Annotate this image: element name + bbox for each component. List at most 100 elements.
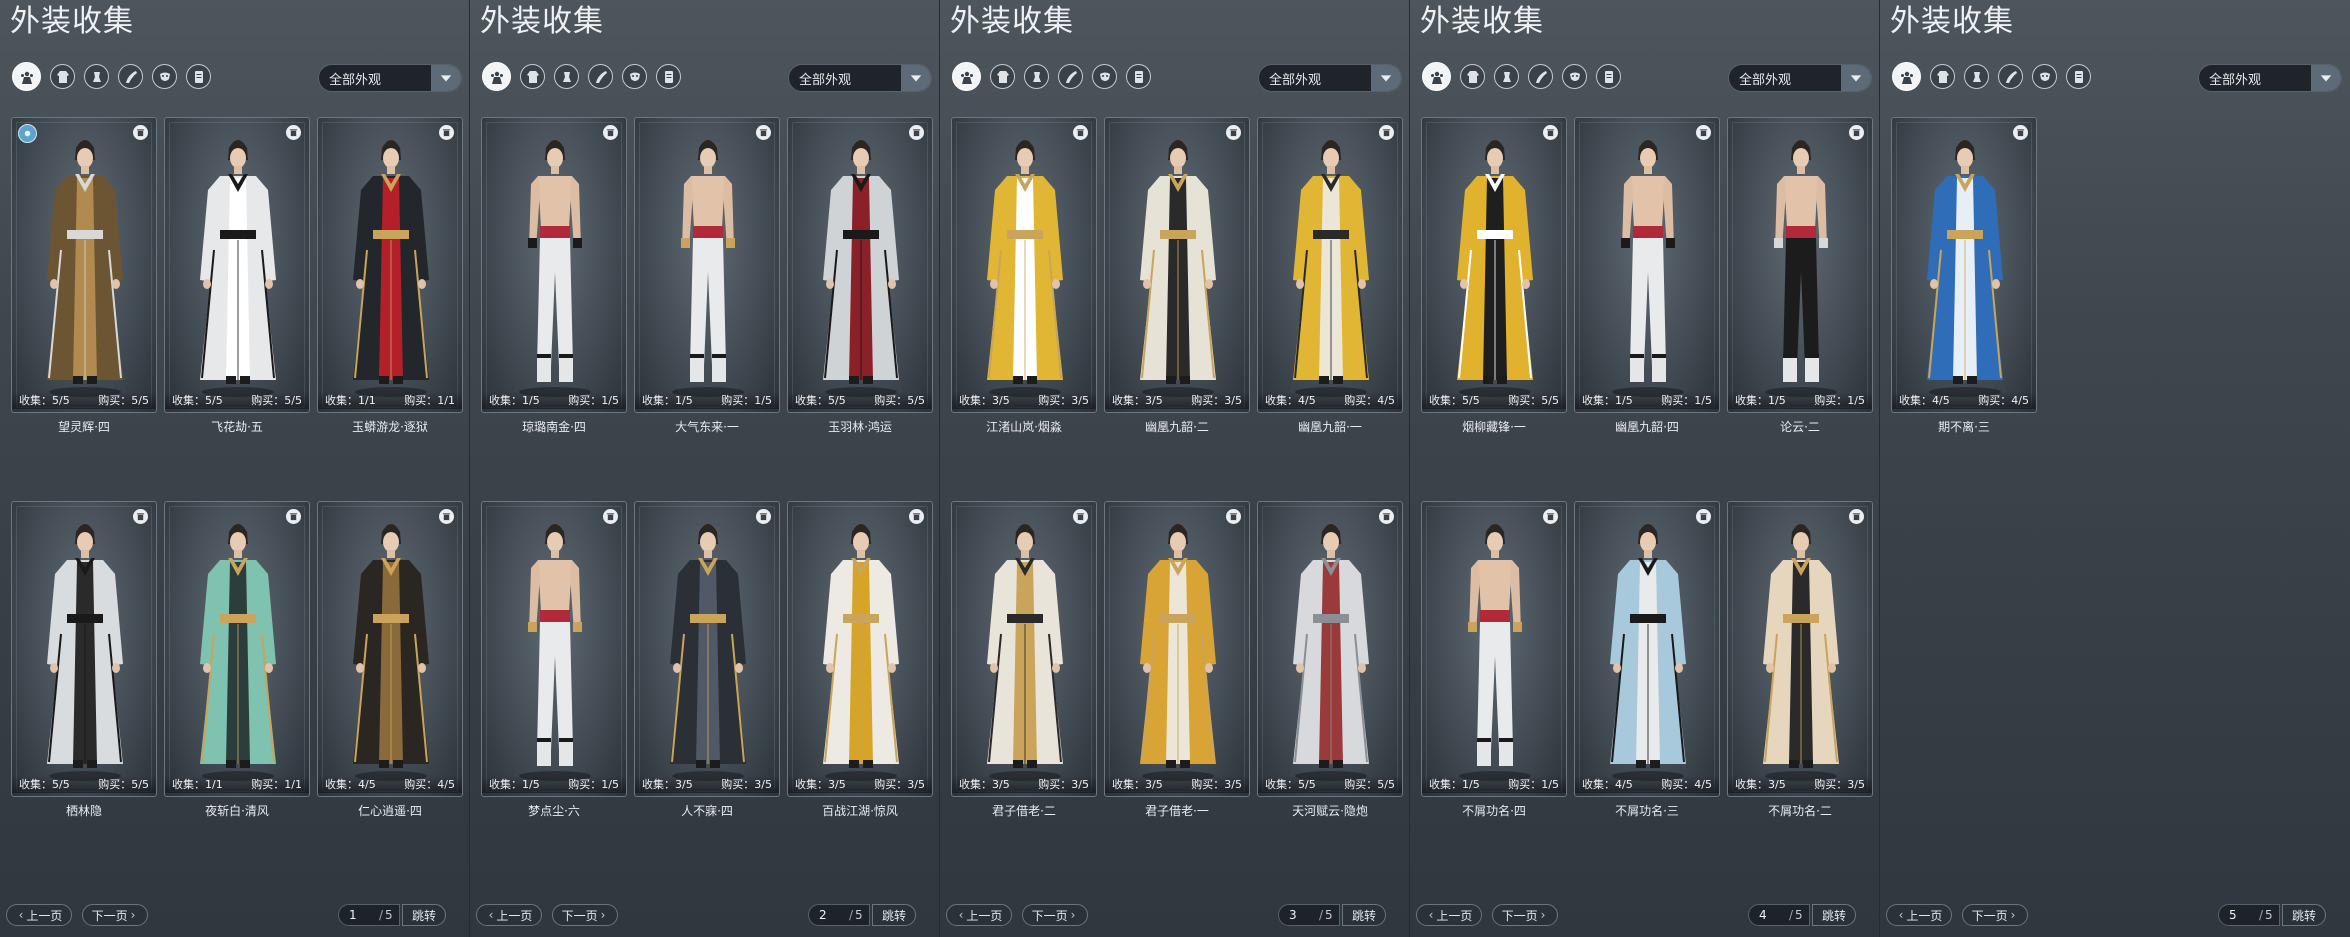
trash-icon[interactable]: [1696, 125, 1711, 140]
trash-icon[interactable]: [1379, 509, 1394, 524]
outfit-card[interactable]: 收集：4/5 购买：4/5: [1891, 117, 2037, 413]
trash-icon[interactable]: [2013, 125, 2028, 140]
next-page-button[interactable]: 下一页 ›: [1022, 904, 1088, 926]
trash-icon[interactable]: [1073, 125, 1088, 140]
trash-icon[interactable]: [1226, 125, 1241, 140]
next-page-button[interactable]: 下一页 ›: [552, 904, 618, 926]
outfit-card[interactable]: 收集：3/5 购买：3/5: [1104, 501, 1250, 797]
outfit-card[interactable]: 收集：1/5 购买：1/5: [1574, 117, 1720, 413]
trash-icon[interactable]: [286, 509, 301, 524]
cape-icon[interactable]: [1058, 64, 1083, 89]
cape-icon[interactable]: [1528, 64, 1553, 89]
next-page-button[interactable]: 下一页 ›: [1492, 904, 1558, 926]
outfit-card[interactable]: 收集：1/5 购买：1/5: [481, 117, 627, 413]
outfit-card[interactable]: 收集：3/5 购买：3/5: [634, 501, 780, 797]
trash-icon[interactable]: [133, 125, 148, 140]
jump-button[interactable]: 跳转: [1812, 904, 1856, 926]
scroll-icon[interactable]: [2066, 64, 2091, 89]
trash-icon[interactable]: [909, 125, 924, 140]
outfit-card[interactable]: 收集：5/5 购买：5/5: [1257, 501, 1403, 797]
outfit-card[interactable]: 收集：4/5 购买：4/5: [317, 501, 463, 797]
all-outfits-icon[interactable]: [12, 62, 41, 91]
page-number-input[interactable]: 4 /5: [1748, 904, 1810, 926]
page-number-input[interactable]: 2 /5: [808, 904, 870, 926]
outfit-card[interactable]: 收集：3/5 购买：3/5: [787, 501, 933, 797]
appearance-filter-dropdown[interactable]: 全部外观: [2198, 64, 2342, 92]
chevron-down-icon[interactable]: [431, 65, 461, 91]
next-page-button[interactable]: 下一页 ›: [82, 904, 148, 926]
scroll-icon[interactable]: [1126, 64, 1151, 89]
trash-icon[interactable]: [1543, 509, 1558, 524]
prev-page-button[interactable]: ‹ 上一页: [476, 904, 542, 926]
outfit-card[interactable]: 收集：1/5 购买：1/5: [1727, 117, 1873, 413]
trash-icon[interactable]: [603, 509, 618, 524]
page-number-input[interactable]: 5/5: [2218, 904, 2280, 926]
chevron-down-icon[interactable]: [1841, 65, 1871, 91]
page-number-input[interactable]: 1 /5: [338, 904, 400, 926]
trash-icon[interactable]: [439, 509, 454, 524]
outfit-card[interactable]: 收集：3/5 购买：3/5: [951, 117, 1097, 413]
outfit-card[interactable]: 收集：4/5 购买：4/5: [1574, 501, 1720, 797]
prev-page-button[interactable]: ‹ 上一页: [946, 904, 1012, 926]
trash-icon[interactable]: [756, 125, 771, 140]
page-number-input[interactable]: 3 /5: [1278, 904, 1340, 926]
scroll-icon[interactable]: [1596, 64, 1621, 89]
outfit-card[interactable]: 收集：1/1 购买：1/1: [164, 501, 310, 797]
scroll-icon[interactable]: [186, 64, 211, 89]
trash-icon[interactable]: [1226, 509, 1241, 524]
outfit-card[interactable]: 收集：1/5 购买：1/5: [1421, 501, 1567, 797]
jump-button[interactable]: 跳转: [2282, 904, 2326, 926]
trash-icon[interactable]: [756, 509, 771, 524]
appearance-filter-dropdown[interactable]: 全部外观: [788, 64, 932, 92]
cape-icon[interactable]: [118, 64, 143, 89]
hat-icon[interactable]: [554, 64, 579, 89]
mask-icon[interactable]: [1562, 64, 1587, 89]
prev-page-button[interactable]: ‹ 上一页: [6, 904, 72, 926]
outfit-card[interactable]: 收集：5/5 购买：5/5: [11, 501, 157, 797]
appearance-filter-dropdown[interactable]: 全部外观: [1258, 64, 1402, 92]
trash-icon[interactable]: [603, 125, 618, 140]
outfit-card[interactable]: 收集：5/5 购买：5/5: [787, 117, 933, 413]
outfit-card[interactable]: 收集：3/5 购买：3/5: [1104, 117, 1250, 413]
mask-icon[interactable]: [1092, 64, 1117, 89]
chevron-down-icon[interactable]: [2311, 65, 2341, 91]
hat-icon[interactable]: [1964, 64, 1989, 89]
trash-icon[interactable]: [439, 125, 454, 140]
outfit-card[interactable]: 收集：1/5 购买：1/5: [634, 117, 780, 413]
outfit-card[interactable]: 收集：1/5 购买：1/5: [481, 501, 627, 797]
outfit-card[interactable]: 收集：4/5 购买：4/5: [1257, 117, 1403, 413]
all-outfits-icon[interactable]: [482, 62, 511, 91]
trash-icon[interactable]: [1543, 125, 1558, 140]
mask-icon[interactable]: [152, 64, 177, 89]
chevron-down-icon[interactable]: [1371, 65, 1401, 91]
outfit-card[interactable]: 收集：3/5 购买：3/5: [1727, 501, 1873, 797]
robe-icon[interactable]: [520, 64, 545, 89]
prev-page-button[interactable]: ‹ 上一页: [1416, 904, 1482, 926]
chevron-down-icon[interactable]: [901, 65, 931, 91]
jump-button[interactable]: 跳转: [872, 904, 916, 926]
robe-icon[interactable]: [990, 64, 1015, 89]
all-outfits-icon[interactable]: [952, 62, 981, 91]
robe-icon[interactable]: [1930, 64, 1955, 89]
trash-icon[interactable]: [286, 125, 301, 140]
mask-icon[interactable]: [622, 64, 647, 89]
next-page-button[interactable]: 下一页 ›: [1962, 904, 2028, 926]
hat-icon[interactable]: [84, 64, 109, 89]
all-outfits-icon[interactable]: [1892, 62, 1921, 91]
cape-icon[interactable]: [588, 64, 613, 89]
scroll-icon[interactable]: [656, 64, 681, 89]
all-outfits-icon[interactable]: [1422, 62, 1451, 91]
outfit-card[interactable]: 收集：3/5 购买：3/5: [951, 501, 1097, 797]
appearance-filter-dropdown[interactable]: 全部外观: [318, 64, 462, 92]
hat-icon[interactable]: [1494, 64, 1519, 89]
trash-icon[interactable]: [1379, 125, 1394, 140]
trash-icon[interactable]: [1849, 125, 1864, 140]
trash-icon[interactable]: [909, 509, 924, 524]
outfit-card[interactable]: 收集：5/5 购买：5/5: [11, 117, 157, 413]
robe-icon[interactable]: [50, 64, 75, 89]
mask-icon[interactable]: [2032, 64, 2057, 89]
trash-icon[interactable]: [1696, 509, 1711, 524]
trash-icon[interactable]: [1073, 509, 1088, 524]
outfit-card[interactable]: 收集：5/5 购买：5/5: [164, 117, 310, 413]
hat-icon[interactable]: [1024, 64, 1049, 89]
